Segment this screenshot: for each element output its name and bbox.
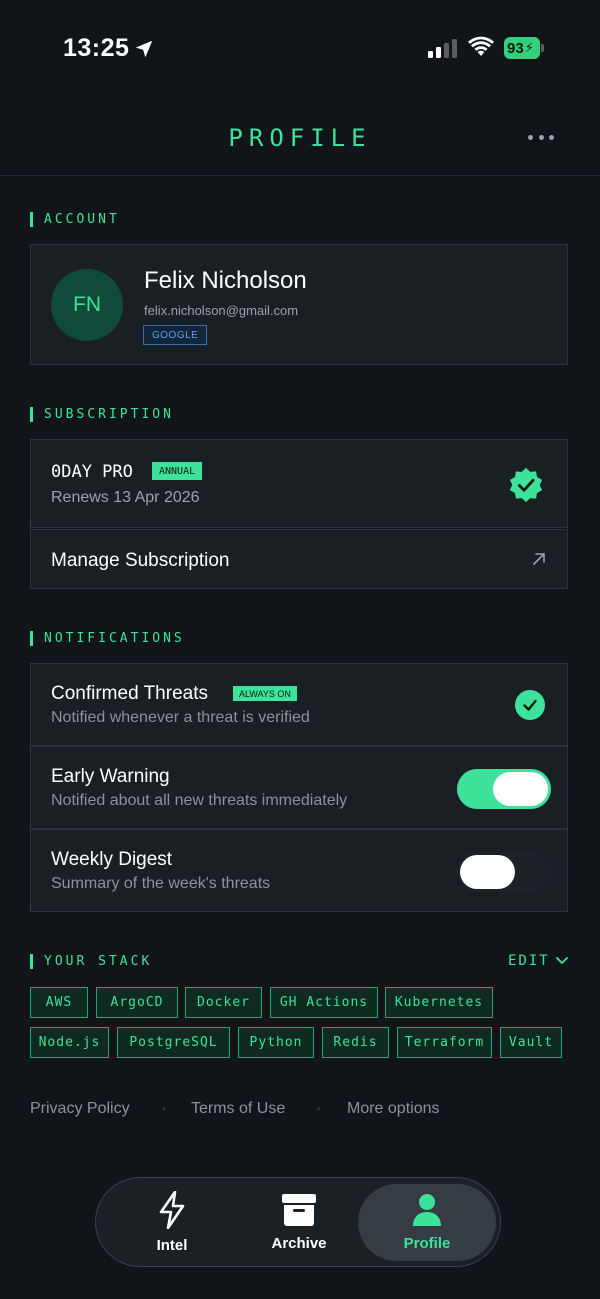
external-arrow-icon	[533, 553, 545, 565]
person-icon	[413, 1194, 441, 1226]
tab-intel[interactable]: Intel	[126, 1178, 218, 1266]
plan-renewal-date: Renews 13 Apr 2026	[51, 489, 200, 506]
page-title: PROFILE	[228, 124, 372, 152]
status-time: 13:25	[63, 34, 130, 62]
stack-chip[interactable]: Kubernetes	[385, 987, 493, 1018]
tab-label: Archive	[271, 1234, 327, 1252]
battery-indicator: 93 ⚡	[504, 37, 540, 59]
footer-separator: ·	[161, 1100, 167, 1117]
check-circle-icon	[515, 690, 545, 720]
section-accent-bar	[30, 630, 33, 646]
stack-chip[interactable]: AWS	[30, 987, 88, 1018]
tab-archive[interactable]: Archive	[253, 1178, 345, 1266]
account-card: FN Felix Nicholson felix.nicholson@gmail…	[30, 244, 568, 365]
edit-stack-button[interactable]: EDIT	[508, 953, 569, 969]
edit-label: EDIT	[508, 953, 550, 969]
stack-chip[interactable]: Node.js	[30, 1027, 109, 1058]
notification-title: Early Warning	[51, 766, 170, 787]
section-accent-bar	[30, 406, 33, 422]
provider-badge: GOOGLE	[143, 325, 208, 345]
toggle-knob	[493, 772, 548, 806]
section-label-text: YOUR STACK	[44, 953, 153, 969]
more-options-icon[interactable]	[528, 132, 554, 142]
subscription-card: 0DAY PRO ANNUAL Renews 13 Apr 2026	[30, 439, 568, 528]
manage-subscription-button[interactable]: Manage Subscription	[30, 529, 568, 589]
avatar: FN	[51, 269, 123, 341]
plan-badge: ANNUAL	[152, 462, 203, 480]
tab-label: Profile	[403, 1235, 451, 1252]
notification-subtitle: Summary of the week's threats	[51, 875, 271, 892]
more-options-link[interactable]: More options	[347, 1100, 440, 1118]
tab-profile[interactable]: Profile	[358, 1184, 496, 1261]
section-label-subscription: SUBSCRIPTION	[30, 406, 174, 422]
stack-chip[interactable]: PostgreSQL	[117, 1027, 230, 1058]
notification-subtitle: Notified about all new threats immediate…	[51, 792, 348, 809]
notification-title: Weekly Digest	[51, 849, 173, 870]
always-on-badge: ALWAYS ON	[233, 686, 297, 701]
privacy-policy-link[interactable]: Privacy Policy	[30, 1100, 130, 1118]
battery-tip	[541, 44, 544, 52]
section-label-text: NOTIFICATIONS	[44, 630, 185, 646]
archive-icon	[282, 1193, 316, 1226]
bolt-icon	[159, 1190, 185, 1229]
section-label-stack: YOUR STACK	[30, 953, 152, 969]
section-label-text: SUBSCRIPTION	[44, 406, 174, 422]
stack-chip[interactable]: Vault	[500, 1027, 562, 1058]
manage-subscription-label: Manage Subscription	[51, 550, 230, 571]
footer-separator: ·	[316, 1100, 322, 1117]
stack-chip[interactable]: Python	[238, 1027, 314, 1058]
stack-chip[interactable]: Terraform	[397, 1027, 492, 1058]
wifi-icon	[468, 36, 494, 56]
status-bar: 13:25 93 ⚡	[0, 0, 600, 96]
early-warning-toggle[interactable]	[457, 769, 551, 809]
charging-bolt-icon: ⚡	[524, 40, 534, 55]
notification-row-early-warning: Early Warning Notified about all new thr…	[30, 746, 568, 829]
weekly-digest-toggle[interactable]	[457, 852, 551, 892]
section-accent-bar	[30, 953, 33, 969]
location-arrow-icon	[135, 40, 153, 58]
stack-chip[interactable]: Redis	[322, 1027, 389, 1058]
terms-of-use-link[interactable]: Terms of Use	[191, 1100, 285, 1118]
section-label-account: ACCOUNT	[30, 211, 120, 227]
verified-badge-icon	[509, 467, 543, 503]
section-label-text: ACCOUNT	[44, 211, 120, 227]
stack-chip[interactable]: Docker	[185, 987, 262, 1018]
notification-row-weekly-digest: Weekly Digest Summary of the week's thre…	[30, 829, 568, 912]
chevron-down-icon	[555, 957, 568, 965]
toggle-knob	[460, 855, 515, 889]
notification-subtitle: Notified whenever a threat is verified	[51, 709, 310, 726]
cellular-signal-icon	[428, 39, 457, 58]
account-email: felix.nicholson@gmail.com	[144, 303, 299, 318]
section-label-notifications: NOTIFICATIONS	[30, 630, 185, 646]
notification-row-confirmed-threats: Confirmed Threats ALWAYS ON Notified whe…	[30, 663, 568, 746]
stack-chip[interactable]: GH Actions	[270, 987, 378, 1018]
notification-title: Confirmed Threats	[51, 683, 208, 704]
tab-label: Intel	[156, 1236, 188, 1254]
stack-chip[interactable]: ArgoCD	[96, 987, 178, 1018]
tab-bar: Intel Archive Profile	[95, 1177, 501, 1267]
plan-name: 0DAY PRO	[51, 462, 133, 482]
section-accent-bar	[30, 211, 33, 227]
battery-level: 93	[507, 39, 524, 57]
account-name: Felix Nicholson	[144, 267, 307, 294]
header: PROFILE	[0, 96, 600, 176]
